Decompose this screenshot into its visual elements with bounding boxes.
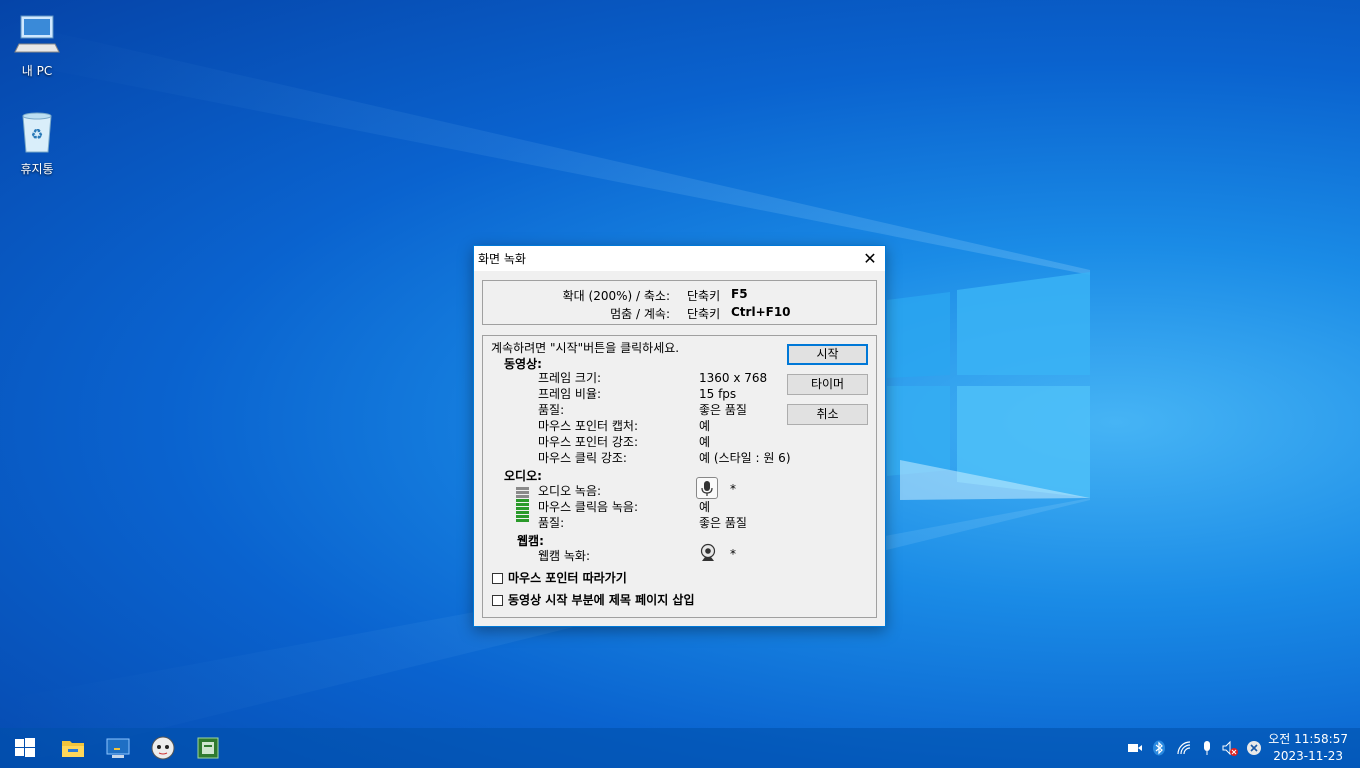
- hotkey-row: 확대 (200%) / 축소: 단축키 F5: [483, 287, 878, 303]
- desktop-icon-my-pc[interactable]: 내 PC: [0, 10, 74, 79]
- checkbox-label[interactable]: 동영상 시작 부분에 제목 페이지 삽입: [508, 593, 695, 608]
- title-page-checkbox[interactable]: [492, 595, 503, 606]
- file-explorer-icon[interactable]: [61, 736, 85, 760]
- hotkey-panel: 확대 (200%) / 축소: 단축키 F5 멈춤 / 계속: 단축키 Ctrl…: [482, 280, 877, 325]
- close-icon: ✕: [863, 249, 877, 268]
- video-value: 1360 x 768: [699, 371, 768, 385]
- windows-start-icon[interactable]: [13, 736, 37, 760]
- character-app-icon[interactable]: [151, 736, 175, 760]
- desktop-icon-recycle-bin[interactable]: ♻ 휴지통: [0, 108, 74, 177]
- hotkey-label: 확대 (200%) / 축소:: [562, 289, 670, 303]
- audio-label: 오디오 녹음:: [538, 484, 602, 498]
- start-button[interactable]: 시작: [787, 344, 868, 365]
- webcam-heading: 웹캠:: [517, 534, 544, 548]
- timer-button[interactable]: 타이머: [787, 374, 868, 395]
- microphone-toggle[interactable]: [696, 477, 718, 499]
- video-heading: 동영상:: [504, 357, 542, 371]
- hotkey-label: 멈춤 / 계속:: [610, 307, 670, 321]
- audio-value: *: [730, 482, 736, 496]
- camera-icon[interactable]: [1127, 740, 1143, 756]
- checkbox-label[interactable]: 마우스 포인터 따라가기: [508, 571, 627, 586]
- follow-pointer-checkbox[interactable]: [492, 573, 503, 584]
- volume-muted-icon[interactable]: [1222, 740, 1238, 756]
- clock-time: 오전 11:58:57: [1268, 732, 1348, 746]
- video-value: 15 fps: [699, 387, 737, 401]
- microphone-icon: [701, 481, 713, 496]
- webcam-icon[interactable]: [698, 543, 718, 563]
- video-label: 마우스 클릭 강조:: [538, 451, 627, 465]
- audio-value: 좋은 품질: [699, 516, 747, 530]
- hotkey-row: 멈춤 / 계속: 단축키 Ctrl+F10: [483, 305, 878, 321]
- video-label: 프레임 크기:: [538, 371, 602, 385]
- chip-app-icon[interactable]: [196, 736, 220, 760]
- dialog-titlebar[interactable]: 화면 녹화 ✕: [474, 246, 885, 271]
- video-label: 품질:: [538, 403, 565, 417]
- hotkey-keyword: 단축키: [687, 289, 721, 303]
- screen-recording-dialog: 화면 녹화 ✕ 확대 (200%) / 축소: 단축키 F5 멈춤 / 계속: …: [473, 245, 886, 627]
- video-label: 마우스 포인터 캡처:: [538, 419, 638, 433]
- dialog-title: 화면 녹화: [478, 252, 526, 266]
- computer-icon: [13, 10, 61, 58]
- video-value: 좋은 품질: [699, 403, 747, 417]
- webcam-value: *: [730, 547, 736, 561]
- recycle-bin-icon: ♻: [13, 108, 61, 156]
- audio-label: 마우스 클릭음 녹음:: [538, 500, 638, 514]
- microphone-icon[interactable]: [1199, 740, 1215, 756]
- monitor-app-icon[interactable]: [106, 736, 130, 760]
- audio-level-meter: [516, 487, 529, 523]
- hotkey-key: F5: [731, 287, 748, 301]
- clock-date: 2023-11-23: [1273, 749, 1343, 763]
- video-value: 예 (스타일 : 원 6): [699, 451, 791, 465]
- video-value: 예: [699, 419, 711, 433]
- video-label: 마우스 포인터 강조:: [538, 435, 638, 449]
- webcam-label: 웹캠 녹화:: [538, 549, 591, 563]
- audio-label: 품질:: [538, 516, 565, 530]
- video-value: 예: [699, 435, 711, 449]
- audio-value: 예: [699, 500, 711, 514]
- taskbar: 오전 11:58:57 2023-11-23: [0, 728, 1360, 768]
- svg-text:♻: ♻: [31, 127, 44, 143]
- system-clock[interactable]: 오전 11:58:57 2023-11-23: [1268, 731, 1348, 765]
- video-label: 프레임 비율:: [538, 387, 602, 401]
- wifi-icon[interactable]: [1176, 740, 1192, 756]
- desktop-icon-label: 휴지통: [20, 162, 54, 176]
- close-circle-icon[interactable]: [1246, 740, 1262, 756]
- desktop-icon-label: 내 PC: [21, 64, 53, 78]
- hotkey-key: Ctrl+F10: [731, 305, 791, 319]
- close-button[interactable]: ✕: [855, 246, 885, 271]
- cancel-button[interactable]: 취소: [787, 404, 868, 425]
- hotkey-keyword: 단축키: [687, 307, 721, 321]
- audio-heading: 오디오:: [504, 469, 542, 483]
- instruction-text: 계속하려면 "시작"버튼을 클릭하세요.: [491, 341, 680, 355]
- bluetooth-icon[interactable]: [1151, 740, 1167, 756]
